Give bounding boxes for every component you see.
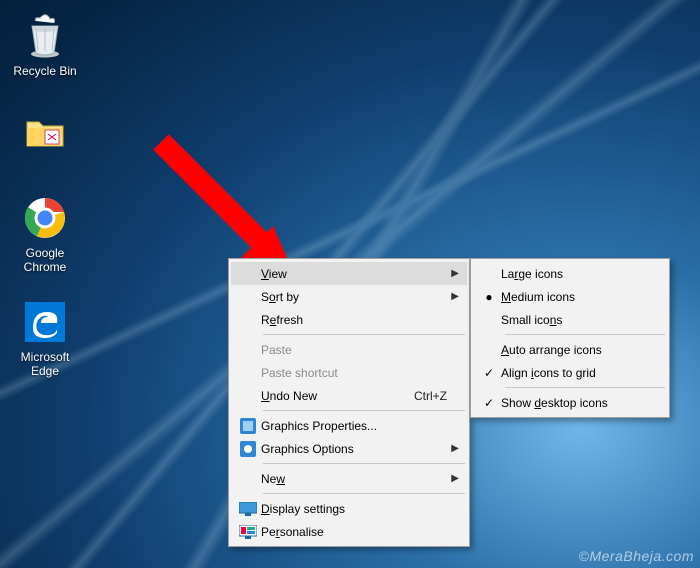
menu-shortcut: Ctrl+Z xyxy=(402,389,447,403)
menu-item-graphics-properties[interactable]: Graphics Properties... xyxy=(231,414,467,437)
submenu-item-medium-icons[interactable]: ● Medium icons xyxy=(473,285,667,308)
desktop-icon-folder[interactable] xyxy=(8,104,82,168)
menu-item-undo[interactable]: Undo New Ctrl+Z xyxy=(231,384,467,407)
desktop-icon-edge[interactable]: Microsoft Edge xyxy=(8,294,82,386)
chevron-right-icon: ▶ xyxy=(447,473,459,484)
desktop-icon-label: Microsoft Edge xyxy=(10,350,80,378)
edge-icon xyxy=(21,298,69,346)
intel-options-icon xyxy=(235,441,261,457)
check-icon: ✓ xyxy=(477,396,501,410)
view-submenu: Large icons ● Medium icons Small icons A… xyxy=(470,258,670,418)
menu-separator xyxy=(505,334,665,335)
chevron-right-icon: ▶ xyxy=(447,291,459,302)
watermark: ©MeraBheja.com xyxy=(579,548,694,564)
menu-item-refresh[interactable]: Refresh xyxy=(231,308,467,331)
chevron-right-icon: ▶ xyxy=(447,268,459,279)
menu-separator xyxy=(263,334,465,335)
chrome-icon xyxy=(21,194,69,242)
menu-separator xyxy=(263,463,465,464)
radio-selected-icon: ● xyxy=(477,290,501,304)
menu-item-personalise[interactable]: Personalise xyxy=(231,520,467,543)
submenu-item-show-desktop-icons[interactable]: ✓ Show desktop icons xyxy=(473,391,667,414)
menu-item-paste-shortcut: Paste shortcut xyxy=(231,361,467,384)
desktop-icon-chrome[interactable]: Google Chrome xyxy=(8,190,82,282)
check-icon: ✓ xyxy=(477,366,501,380)
menu-item-display-settings[interactable]: Display settings xyxy=(231,497,467,520)
desktop-icon-column: Recycle Bin Google Chrome xyxy=(8,8,88,386)
submenu-item-align-grid[interactable]: ✓ Align icons to grid xyxy=(473,361,667,384)
menu-item-graphics-options[interactable]: Graphics Options ▶ xyxy=(231,437,467,460)
submenu-item-large-icons[interactable]: Large icons xyxy=(473,262,667,285)
recycle-bin-icon xyxy=(21,12,69,60)
desktop-icon-recycle-bin[interactable]: Recycle Bin xyxy=(8,8,82,86)
display-settings-icon xyxy=(235,502,261,516)
menu-item-sort-by[interactable]: Sort by ▶ xyxy=(231,285,467,308)
submenu-item-auto-arrange[interactable]: Auto arrange icons xyxy=(473,338,667,361)
desktop-context-menu: View ▶ Sort by ▶ Refresh Paste Paste sho… xyxy=(228,258,470,547)
submenu-item-small-icons[interactable]: Small icons xyxy=(473,308,667,331)
menu-separator xyxy=(263,493,465,494)
intel-props-icon xyxy=(235,418,261,434)
menu-separator xyxy=(505,387,665,388)
menu-item-view[interactable]: View ▶ xyxy=(231,262,467,285)
folder-icon xyxy=(21,108,69,156)
desktop-icon-label: Google Chrome xyxy=(10,246,80,274)
chevron-right-icon: ▶ xyxy=(447,443,459,454)
menu-separator xyxy=(263,410,465,411)
menu-item-new[interactable]: New ▶ xyxy=(231,467,467,490)
desktop-icon-label: Recycle Bin xyxy=(13,64,76,78)
menu-item-paste: Paste xyxy=(231,338,467,361)
personalise-icon xyxy=(235,525,261,539)
